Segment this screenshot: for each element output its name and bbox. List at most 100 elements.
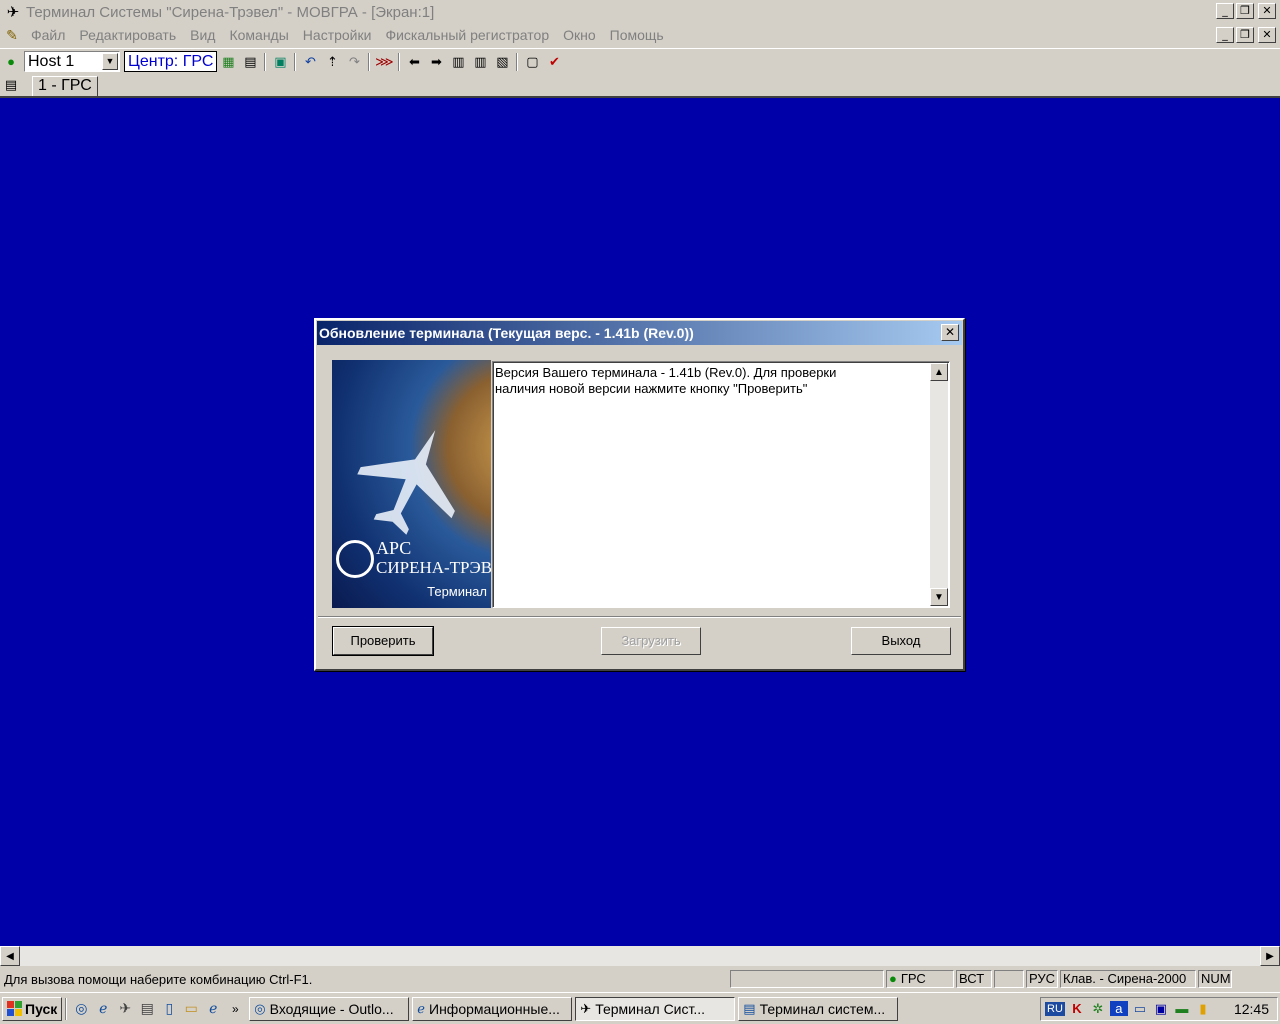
check-button[interactable]: Проверить xyxy=(332,626,434,656)
task-terminal-active[interactable]: ✈ Терминал Сист... xyxy=(575,996,736,1021)
clock: 12:45 xyxy=(1233,1000,1269,1017)
task-label: Терминал систем... xyxy=(759,1000,886,1017)
spellcheck-icon[interactable]: ✔ xyxy=(543,52,565,72)
task-label: Информационные... xyxy=(429,1000,560,1017)
table-icon[interactable]: ▥ xyxy=(447,52,469,72)
language-indicator[interactable]: RU xyxy=(1045,1001,1065,1016)
dialog-message: Версия Вашего терминала - 1.41b (Rev.0).… xyxy=(495,365,837,396)
minimize-button[interactable]: _ xyxy=(1216,3,1234,19)
scroll-left-icon[interactable]: ◀ xyxy=(0,946,20,966)
window-list-icon[interactable]: ▢ xyxy=(521,52,543,72)
scroll-track[interactable] xyxy=(20,946,1260,966)
toolbar: ● Host 1 ▼ Центр: ГРС ▦ ▤ ▣ ↶ ⇡ ↷ ⋙ ⬅ ➡ … xyxy=(0,48,1280,74)
connect-icon[interactable]: ▦ xyxy=(217,52,239,72)
document-icon[interactable]: ▯ xyxy=(158,998,180,1020)
tab-screen-1[interactable]: 1 - ГРС xyxy=(32,76,98,96)
package-icon[interactable]: ▧ xyxy=(491,52,513,72)
kaspersky-icon[interactable]: K xyxy=(1068,1001,1086,1016)
internet-explorer-icon[interactable]: ℯ xyxy=(92,998,114,1020)
host-select-value: Host 1 xyxy=(28,52,75,70)
start-button[interactable]: Пуск xyxy=(2,996,63,1021)
menu-file[interactable]: Файл xyxy=(24,27,72,43)
menu-bar: ✎ Файл Редактировать Вид Команды Настрой… xyxy=(0,24,1280,46)
menu-help[interactable]: Помощь xyxy=(603,27,671,43)
scroll-up-icon[interactable]: ▲ xyxy=(930,363,948,381)
traffic-light-icon[interactable]: ● xyxy=(0,52,22,72)
database-icon[interactable]: ▣ xyxy=(269,52,291,72)
brand-logo-icon xyxy=(336,540,374,578)
menu-window[interactable]: Окно xyxy=(556,27,603,43)
undo-icon[interactable]: ↶ xyxy=(299,52,321,72)
notepad-icon[interactable]: ▤ xyxy=(0,75,22,95)
scroll-right-icon[interactable]: ▶ xyxy=(1260,946,1280,966)
dialog-close-button[interactable]: ✕ xyxy=(941,324,959,341)
notes-icon[interactable]: ▮ xyxy=(1194,1001,1212,1017)
menu-settings[interactable]: Настройки xyxy=(296,27,379,43)
status-center: ● ГРС xyxy=(886,970,954,988)
restore-button[interactable]: ❐ xyxy=(1236,3,1254,19)
menu-view[interactable]: Вид xyxy=(183,27,222,43)
status-empty xyxy=(994,970,1024,988)
arrow-right-icon[interactable]: ➡ xyxy=(425,52,447,72)
folder-icon[interactable]: ▭ xyxy=(180,998,202,1020)
airplane-icon xyxy=(357,430,455,535)
font-icon[interactable]: a xyxy=(1109,1001,1128,1016)
update-dialog: Обновление терминала (Текущая верс. - 1.… xyxy=(314,318,965,671)
mdi-minimize-button[interactable]: _ xyxy=(1216,27,1234,43)
menu-fiscal-registrar[interactable]: Фискальный регистратор xyxy=(378,27,556,43)
mdi-restore-button[interactable]: ❐ xyxy=(1236,27,1254,43)
brand-line-1: АРС xyxy=(376,538,412,558)
upload-icon[interactable]: ⇡ xyxy=(321,52,343,72)
brand-line-3: Терминал xyxy=(427,584,487,599)
monitor-icon[interactable]: ▭ xyxy=(1131,1001,1149,1017)
arrow-left-icon[interactable]: ⬅ xyxy=(403,52,425,72)
status-lang: РУС xyxy=(1026,970,1058,988)
dialog-title: Обновление терминала (Текущая верс. - 1.… xyxy=(319,325,694,341)
status-center-label: ГРС xyxy=(900,971,926,986)
battery-icon[interactable]: ▬ xyxy=(1173,1001,1191,1016)
start-label: Пуск xyxy=(25,1000,58,1017)
menu-edit[interactable]: Редактировать xyxy=(72,27,183,43)
dialog-titlebar[interactable]: Обновление терминала (Текущая верс. - 1.… xyxy=(317,321,962,345)
server-icon[interactable]: ▤ xyxy=(136,998,158,1020)
redo-icon[interactable]: ↷ xyxy=(343,52,365,72)
system-tray: RU K ✲ a ▭ ▣ ▬ ▮ 12:45 xyxy=(1040,996,1278,1021)
status-hint: Для вызова помощи наберите комбинацию Ct… xyxy=(4,971,313,987)
vertical-scrollbar[interactable]: ▲ ▼ xyxy=(930,363,948,606)
table-arrow-icon[interactable]: ▥ xyxy=(469,52,491,72)
airplane-icon: ✈ xyxy=(6,4,20,21)
task-label: Терминал Сист... xyxy=(595,1000,706,1017)
fast-forward-icon[interactable]: ⋙ xyxy=(373,52,395,72)
more-icon[interactable]: » xyxy=(224,998,246,1020)
status-keyboard: Клав. - Сирена-2000 xyxy=(1060,970,1196,988)
close-button[interactable]: ✕ xyxy=(1258,3,1276,19)
scroll-down-icon[interactable]: ▼ xyxy=(930,588,948,606)
traffic-light-icon: ● xyxy=(889,971,897,986)
network-icon[interactable]: ✲ xyxy=(1089,1001,1107,1017)
host-select[interactable]: Host 1 ▼ xyxy=(24,51,120,72)
dialog-divider xyxy=(318,616,961,618)
brand-image: АРС СИРЕНА-ТРЭВЕЛ Терминал xyxy=(332,360,491,608)
ie-config-icon[interactable]: ℯ xyxy=(202,998,224,1020)
task-terminal-2[interactable]: ▤ Терминал систем... xyxy=(738,996,899,1021)
windows-logo-icon xyxy=(7,1001,22,1016)
menu-commands[interactable]: Команды xyxy=(222,27,295,43)
airplane-icon[interactable]: ✈ xyxy=(114,998,136,1020)
horizontal-scrollbar[interactable]: ◀ ▶ xyxy=(0,946,1280,966)
center-label[interactable]: Центр: ГРС xyxy=(124,51,218,72)
status-input xyxy=(730,970,884,988)
screen-tabs: ▤ 1 - ГРС xyxy=(0,74,1280,96)
chevron-down-icon[interactable]: ▼ xyxy=(102,53,118,70)
exit-button[interactable]: Выход xyxy=(851,627,951,655)
task-label: Входящие - Outlo... xyxy=(269,1000,394,1017)
paste-icon[interactable]: ▤ xyxy=(239,52,261,72)
outlook-icon[interactable]: ◎ xyxy=(70,998,92,1020)
mdi-close-button[interactable]: ✕ xyxy=(1258,27,1276,43)
download-button[interactable]: Загрузить xyxy=(601,627,701,655)
internet-explorer-icon: ℯ xyxy=(417,1000,425,1016)
mdi-document-icon[interactable]: ✎ xyxy=(0,25,24,45)
message-box[interactable]: Версия Вашего терминала - 1.41b (Rev.0).… xyxy=(492,361,950,608)
display-icon[interactable]: ▣ xyxy=(1152,1001,1170,1017)
task-outlook[interactable]: ◎ Входящие - Outlo... xyxy=(249,996,410,1021)
task-info[interactable]: ℯ Информационные... xyxy=(412,996,573,1021)
